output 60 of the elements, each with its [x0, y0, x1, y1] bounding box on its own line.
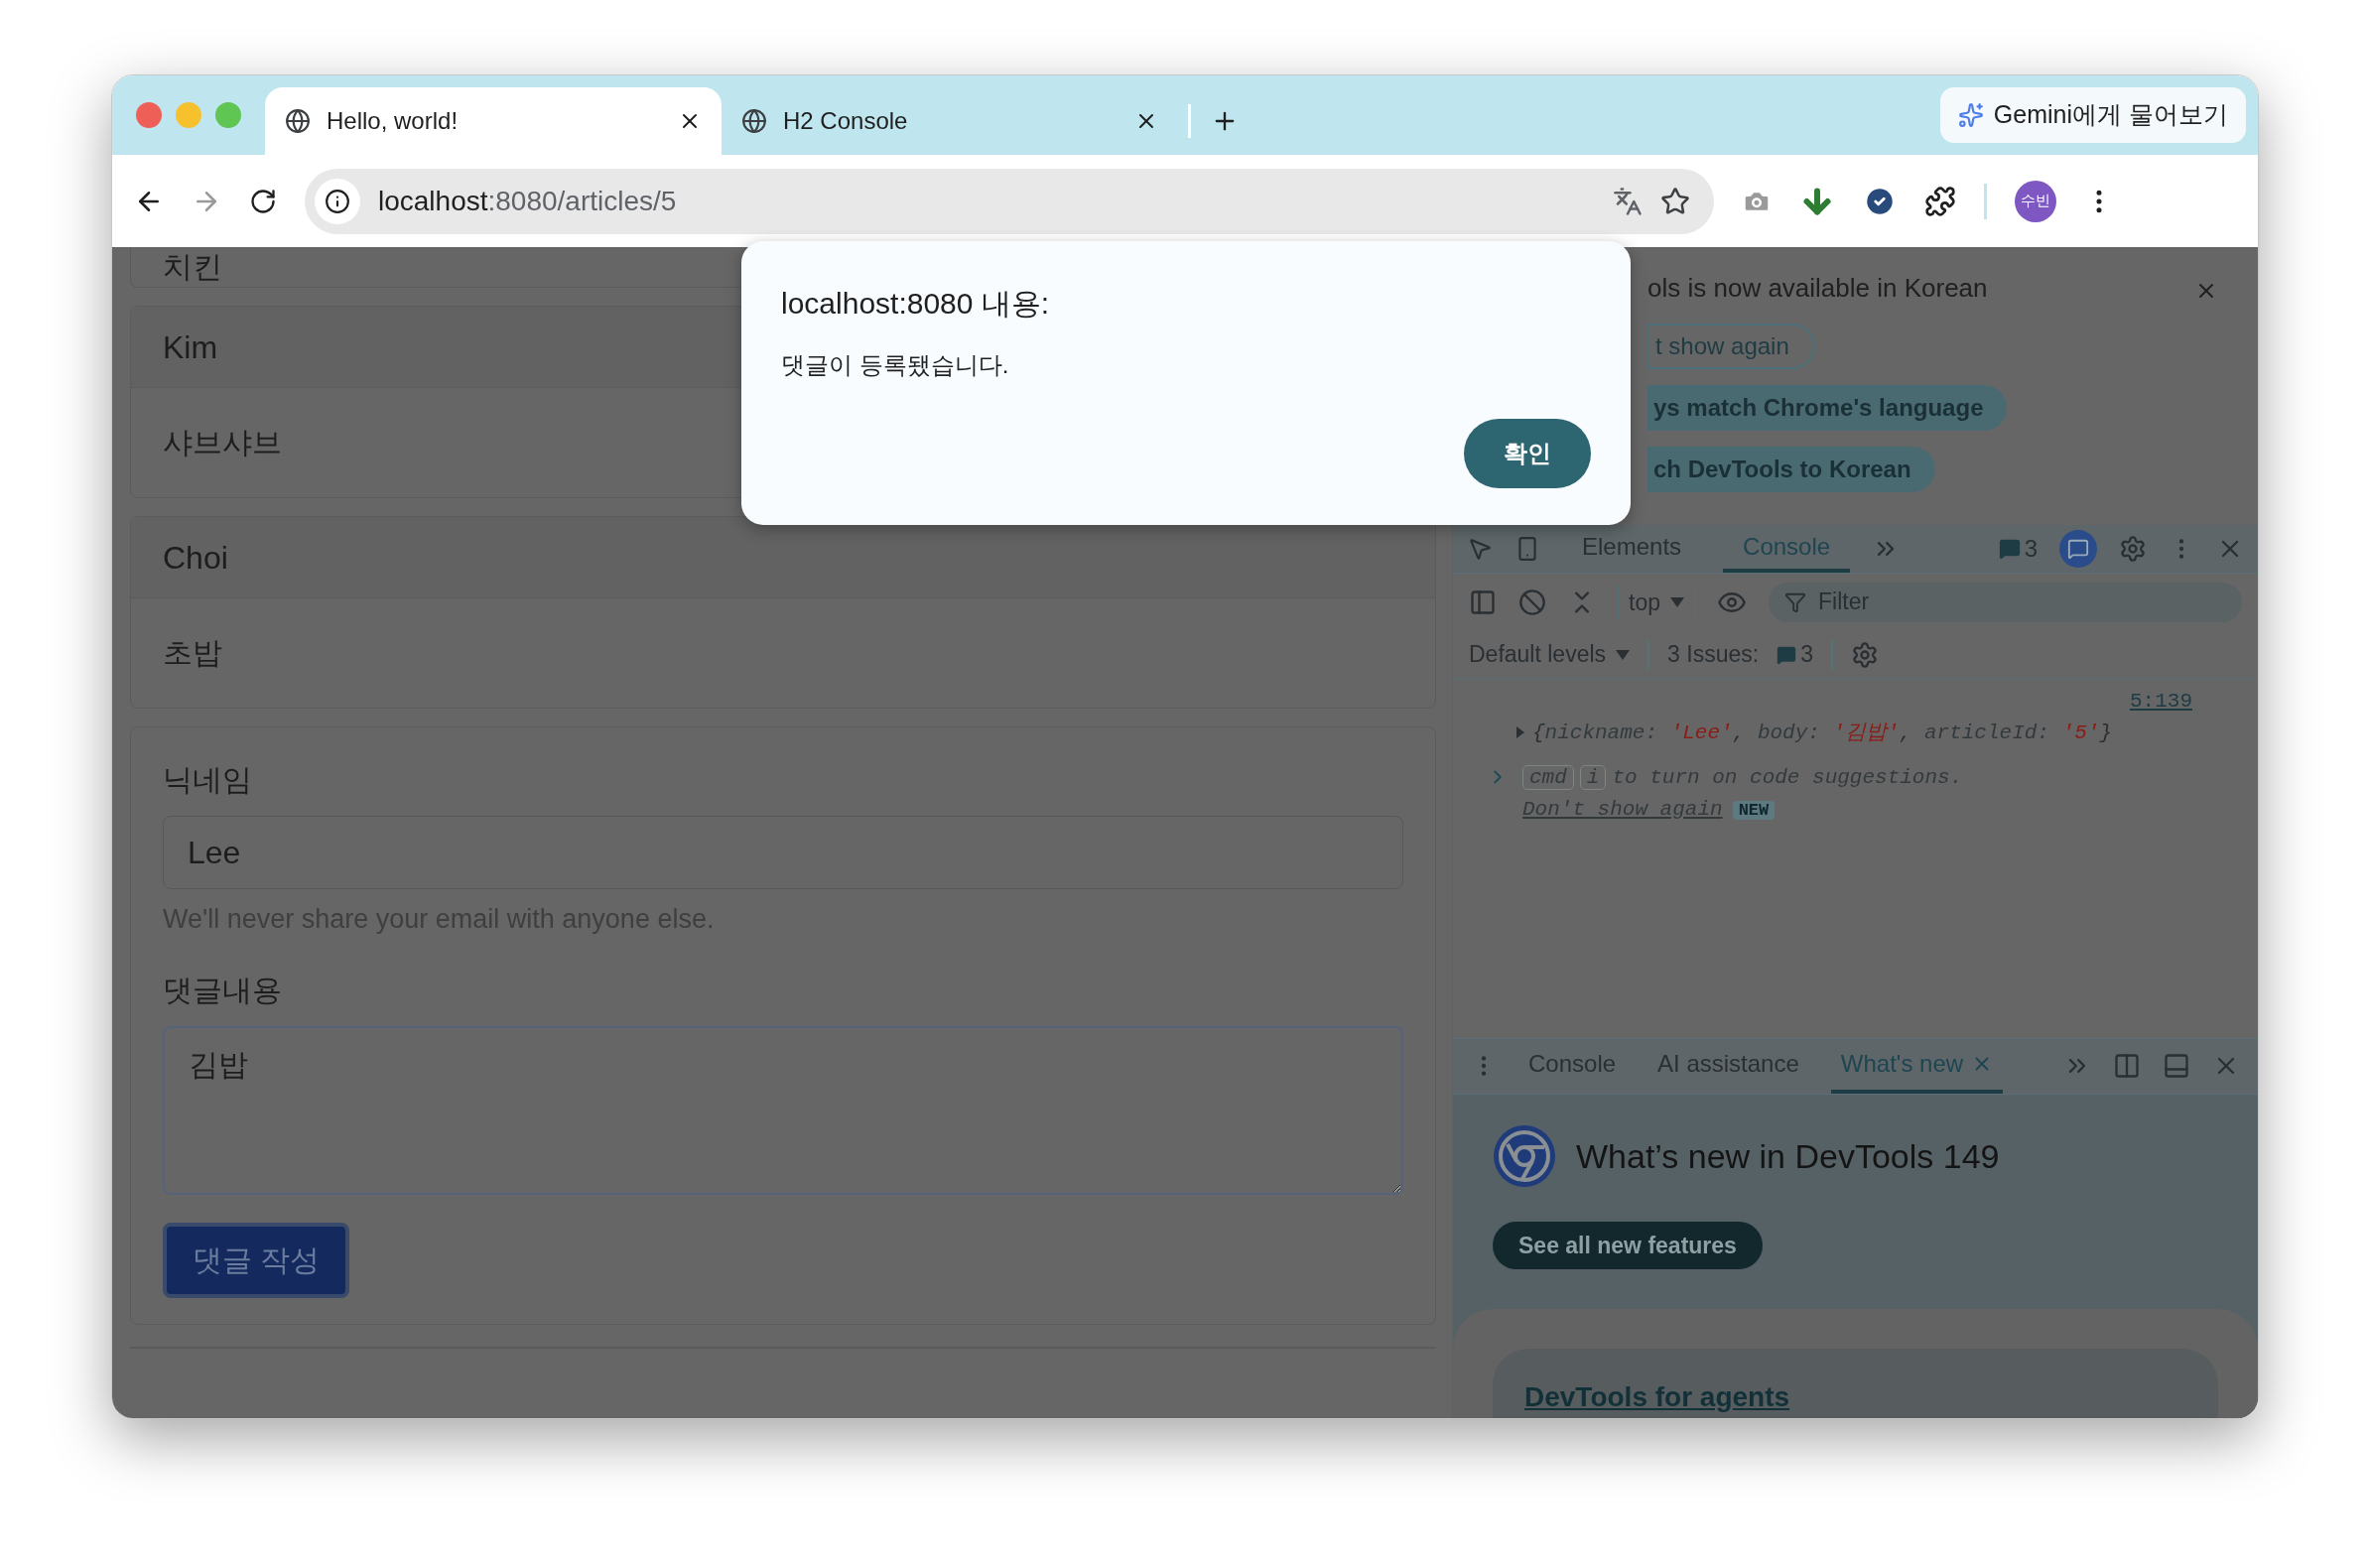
sparkle-icon [1957, 102, 1984, 128]
settings-icon[interactable] [2119, 534, 2147, 563]
translate-icon[interactable] [1613, 186, 1643, 216]
devtools-tab[interactable]: Elements [1562, 524, 1702, 574]
nickname-input[interactable]: Lee [163, 816, 1403, 889]
reload-icon[interactable] [249, 187, 277, 215]
expand-arrow-icon[interactable] [1516, 726, 1524, 739]
chrome-logo-icon [1493, 1124, 1556, 1188]
profile-avatar[interactable]: 수빈 [2015, 180, 2056, 222]
extensions-icon[interactable] [1924, 185, 1956, 217]
address-bar[interactable]: localhost:8080/articles/5 [305, 168, 1714, 234]
submit-comment-button[interactable]: 댓글 작성 [163, 1222, 350, 1298]
tab-title: H2 Console [783, 106, 909, 136]
nickname-label: 닉네임 [163, 762, 253, 798]
caret-icon [1616, 649, 1631, 660]
maximize-window-icon[interactable] [215, 102, 241, 128]
drawer-tab[interactable]: Console [1518, 1038, 1627, 1094]
banner-button[interactable]: t show again [1647, 324, 1815, 369]
bookmark-star-icon[interactable] [1660, 186, 1690, 216]
ai-assistance-icon[interactable] [2059, 529, 2097, 568]
dock-bottom-icon[interactable] [2163, 1052, 2190, 1081]
sidebar-icon[interactable] [1469, 588, 1497, 616]
gemini-button[interactable]: Gemini에게 물어보기 [1939, 87, 2246, 143]
comment-body: 샤브샤브 [163, 427, 282, 458]
ok-button[interactable]: 확인 [1464, 419, 1591, 488]
comment-label: 댓글내용 [163, 972, 283, 1008]
browser-tab[interactable]: H2 Console [722, 87, 1178, 155]
devtools-tab[interactable]: Console [1723, 524, 1851, 574]
dock-side-icon[interactable] [2113, 1052, 2141, 1081]
context-dropdown[interactable]: top [1618, 585, 1695, 619]
console-settings-icon[interactable] [1850, 640, 1879, 669]
comment-nickname: Choi [163, 538, 228, 578]
comment-textarea[interactable]: 김밥 [163, 1025, 1403, 1195]
globe-icon [741, 108, 767, 134]
issues-badge[interactable]: 3 [1777, 637, 1813, 672]
info-icon[interactable] [315, 178, 360, 224]
dialog-title: localhost:8080 내용: [781, 286, 1051, 322]
messages-badge[interactable]: 3 [1998, 530, 2038, 567]
filter-icon [1784, 590, 1806, 613]
comment-nickname: Kim [163, 327, 218, 367]
close-window-icon[interactable] [136, 102, 162, 128]
url-text: localhost:8080/articles/5 [378, 184, 678, 218]
language-banner-message: ols is now available in Korean [1647, 272, 1988, 305]
banner-button[interactable]: ys match Chrome's language [1647, 385, 2008, 431]
browser-tab[interactable]: Hello, world! [265, 87, 722, 155]
feature-link[interactable]: DevTools for agents [1524, 1381, 1790, 1412]
new-badge: NEW [1732, 801, 1776, 820]
dialog-message: 댓글이 등록됐습니다. [781, 350, 1010, 380]
see-all-features-button[interactable]: See all new features [1493, 1222, 1763, 1269]
caret-icon [1670, 596, 1684, 607]
comment-body: 초밥 [163, 637, 222, 669]
globe-icon [285, 108, 311, 134]
whats-new-heading: What’s new in DevTools 149 [1576, 1135, 2000, 1177]
clear-console-icon[interactable] [1518, 588, 1546, 616]
issues-label: 3 Issues: [1667, 640, 1760, 670]
banner-button[interactable]: ch DevTools to Korean [1647, 447, 1935, 492]
levels-dropdown[interactable]: Default levels [1469, 637, 1631, 672]
comment-body: 치킨 [163, 251, 222, 283]
source-link[interactable]: 5:139 [2130, 686, 2192, 718]
tab-title: Hello, world! [327, 106, 460, 136]
